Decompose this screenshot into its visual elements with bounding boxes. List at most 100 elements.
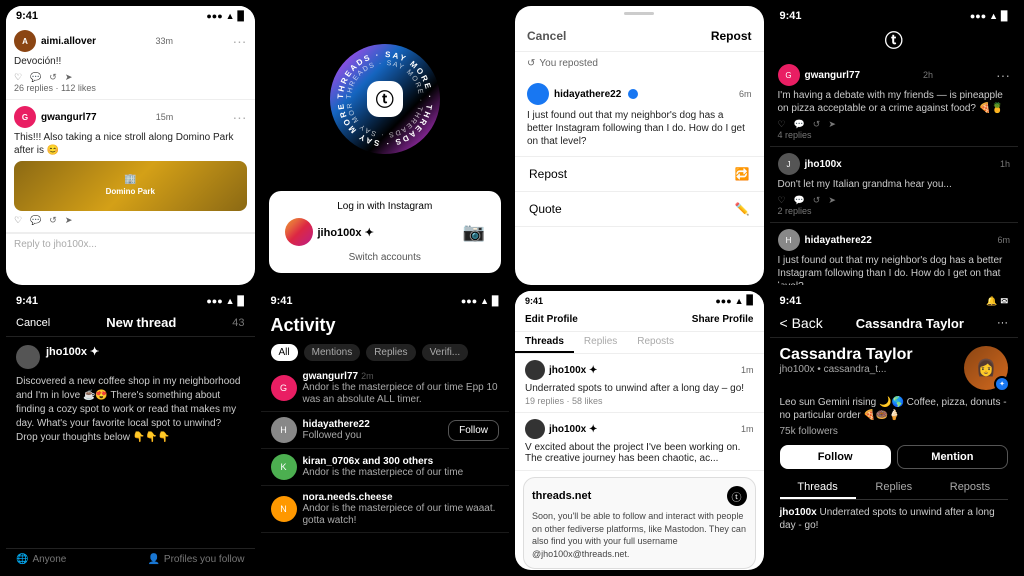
sub-tab-replies[interactable]: Replies bbox=[574, 332, 627, 353]
n-username-3[interactable]: kiran_0706x and 300 others bbox=[303, 456, 434, 467]
d-comment-icon-2[interactable]: 💬 bbox=[794, 195, 805, 206]
followers-count[interactable]: 75k followers bbox=[780, 426, 1009, 437]
phone-card-3: Cancel Repost ↺ You reposted hidayathere… bbox=[515, 6, 764, 285]
signal-icon: ●●● bbox=[206, 11, 222, 21]
activity-header: Activity bbox=[261, 309, 510, 340]
switch-accounts[interactable]: Switch accounts bbox=[285, 252, 486, 263]
share-profile-btn[interactable]: Share Profile bbox=[692, 314, 754, 325]
rp-avatar bbox=[527, 83, 549, 105]
audience-anyone[interactable]: 🌐 Anyone bbox=[16, 554, 66, 565]
more-icon-profile[interactable]: ··· bbox=[997, 317, 1008, 329]
dark-time-2: 1h bbox=[1000, 159, 1010, 169]
filter-tab-verified[interactable]: Verifi... bbox=[422, 344, 469, 361]
composer-username: jho100x ✦ bbox=[46, 345, 99, 358]
profile-bio: Leo sun Gemini rising 🌙🌎 Coffee, pizza, … bbox=[780, 396, 1009, 422]
pp-username[interactable]: jho100x bbox=[780, 507, 817, 518]
signal-icon-7: ●●● bbox=[715, 296, 731, 306]
composer-cancel[interactable]: Cancel bbox=[16, 317, 50, 329]
d-repost-icon-2[interactable]: ↺ bbox=[813, 195, 821, 206]
jho-text-2: V excited about the project I've been wo… bbox=[525, 442, 754, 464]
n-info-1: gwangurl77 2m Andor is the masterpiece o… bbox=[303, 370, 500, 406]
d-like-icon[interactable]: ♡ bbox=[778, 119, 786, 130]
profile-tab-reposts[interactable]: Reposts bbox=[932, 477, 1008, 499]
filter-tab-mentions[interactable]: Mentions bbox=[304, 344, 361, 361]
dark-username-3[interactable]: hidayathere22 bbox=[805, 235, 872, 246]
jho-time-1: 1m bbox=[741, 365, 754, 375]
jho-name-2[interactable]: jho100x ✦ bbox=[549, 424, 597, 435]
jho-text-1: Underrated spots to unwind after a long … bbox=[525, 383, 754, 394]
status-bar-7: 9:41 ●●● ▲ ▉ bbox=[515, 291, 764, 308]
phone-card-4: 9:41 ●●● ▲ ▉ ⓣ G gwangurl77 2h ··· I'm h… bbox=[770, 6, 1019, 285]
mention-button[interactable]: Mention bbox=[897, 445, 1008, 469]
composer-text[interactable]: Discovered a new coffee shop in my neigh… bbox=[16, 375, 245, 445]
n-username-5[interactable]: nora.needs.cheese bbox=[303, 492, 393, 503]
threads-visual: THREADS · SAY MORE · THREADS · SAY MORE … bbox=[261, 6, 510, 191]
d-repost-icon[interactable]: ↺ bbox=[813, 119, 821, 130]
reply-input[interactable]: Reply to jho100x... bbox=[6, 233, 255, 255]
dark-username-1[interactable]: gwangurl77 bbox=[805, 70, 861, 81]
dark-feed-item-1: G gwangurl77 2h ··· I'm having a debate … bbox=[770, 58, 1019, 147]
profile-display-name: Cassandra Taylor bbox=[856, 316, 964, 331]
share-icon-2[interactable]: ➤ bbox=[65, 215, 73, 226]
phone-card-5: 9:41 ●●● ▲ ▉ Cancel New thread 43 jho100… bbox=[6, 291, 255, 570]
profile-header: < Back Cassandra Taylor ··· bbox=[770, 309, 1019, 338]
follow-button[interactable]: Follow bbox=[780, 445, 891, 469]
dark-avatar-3: H bbox=[778, 229, 800, 251]
time-7: 9:41 bbox=[525, 296, 543, 306]
comment-icon-2[interactable]: 💬 bbox=[30, 215, 41, 226]
comment-icon[interactable]: 💬 bbox=[30, 72, 41, 83]
like-icon[interactable]: ♡ bbox=[14, 72, 22, 83]
sub-tab-threads[interactable]: Threads bbox=[515, 332, 574, 353]
more-options-icon[interactable]: ··· bbox=[232, 33, 246, 49]
more-icon-d1[interactable]: ··· bbox=[996, 67, 1010, 83]
quote-action[interactable]: Quote ✏️ bbox=[515, 192, 764, 227]
more-options-icon-2[interactable]: ··· bbox=[233, 109, 247, 125]
edit-profile-btn[interactable]: Edit Profile bbox=[525, 314, 578, 325]
feed-item-2: G gwangurl77 15m ··· This!!! Also taking… bbox=[6, 100, 255, 233]
dark-post-text-3: I just found out that my neighbor's dog … bbox=[778, 254, 1011, 285]
time-8: 9:41 bbox=[780, 295, 802, 307]
n-username-1[interactable]: gwangurl77 bbox=[303, 371, 359, 382]
like-icon-2[interactable]: ♡ bbox=[14, 215, 22, 226]
n-username-2[interactable]: hidayathere22 bbox=[303, 419, 370, 430]
d-share-icon[interactable]: ➤ bbox=[828, 119, 836, 130]
username-2[interactable]: gwangurl77 bbox=[41, 112, 97, 123]
d-share-icon-2[interactable]: ➤ bbox=[828, 195, 836, 206]
dark-post-text-1: I'm having a debate with my friends — is… bbox=[778, 89, 1011, 115]
sub-tab-reposts[interactable]: Reposts bbox=[627, 332, 684, 353]
time-1: 9:41 bbox=[16, 10, 38, 22]
profile-action-buttons: Follow Mention bbox=[780, 445, 1009, 469]
avatar-2: G bbox=[14, 106, 36, 128]
person-icon: 👤 bbox=[147, 554, 159, 565]
audience-profiles[interactable]: 👤 Profiles you follow bbox=[147, 554, 244, 565]
username-1[interactable]: aimi.allover bbox=[41, 36, 96, 47]
notif-icon[interactable]: 🔔 bbox=[986, 296, 997, 307]
follow-button-2[interactable]: Follow bbox=[448, 420, 499, 441]
rp-username: hidayathere22 bbox=[554, 89, 621, 100]
profile-tabs: Threads Replies Reposts bbox=[780, 477, 1009, 500]
d-comment-icon[interactable]: 💬 bbox=[794, 119, 805, 130]
repost-icon[interactable]: ↺ bbox=[49, 72, 57, 83]
share-icon[interactable]: ➤ bbox=[65, 72, 73, 83]
filter-tab-all[interactable]: All bbox=[271, 344, 298, 361]
back-button[interactable]: < Back bbox=[780, 315, 823, 331]
profile-tab-threads[interactable]: Threads bbox=[780, 477, 856, 499]
jho-name-1[interactable]: jho100x ✦ bbox=[549, 365, 597, 376]
n-text-5: Andor is the masterpiece of our time waa… bbox=[303, 503, 500, 527]
repost-icon-2[interactable]: ↺ bbox=[49, 215, 57, 226]
phone-card-2: THREADS · SAY MORE · THREADS · SAY MORE … bbox=[261, 6, 510, 285]
phone-card-7: 9:41 ●●● ▲ ▉ Edit Profile Share Profile … bbox=[515, 291, 764, 570]
filter-tab-replies[interactable]: Replies bbox=[366, 344, 415, 361]
d-like-icon-2[interactable]: ♡ bbox=[778, 195, 786, 206]
ig-user-row[interactable]: jiho100x ✦ 📷 bbox=[285, 218, 486, 246]
repost-action[interactable]: Repost 🔁 bbox=[515, 157, 764, 192]
profile-tab-replies[interactable]: Replies bbox=[856, 477, 932, 499]
cancel-button[interactable]: Cancel bbox=[527, 29, 566, 43]
dark-username-2[interactable]: jho100x bbox=[805, 159, 842, 170]
dark-time-1: 2h bbox=[923, 70, 933, 80]
wifi-icon: ▲ bbox=[226, 11, 235, 21]
repost-button[interactable]: Repost bbox=[711, 29, 752, 43]
dark-feed-item-3: H hidayathere22 6m I just found out that… bbox=[770, 223, 1019, 285]
time-6: 9:41 bbox=[271, 295, 293, 307]
dm-icon[interactable]: ✉ bbox=[1000, 296, 1008, 307]
